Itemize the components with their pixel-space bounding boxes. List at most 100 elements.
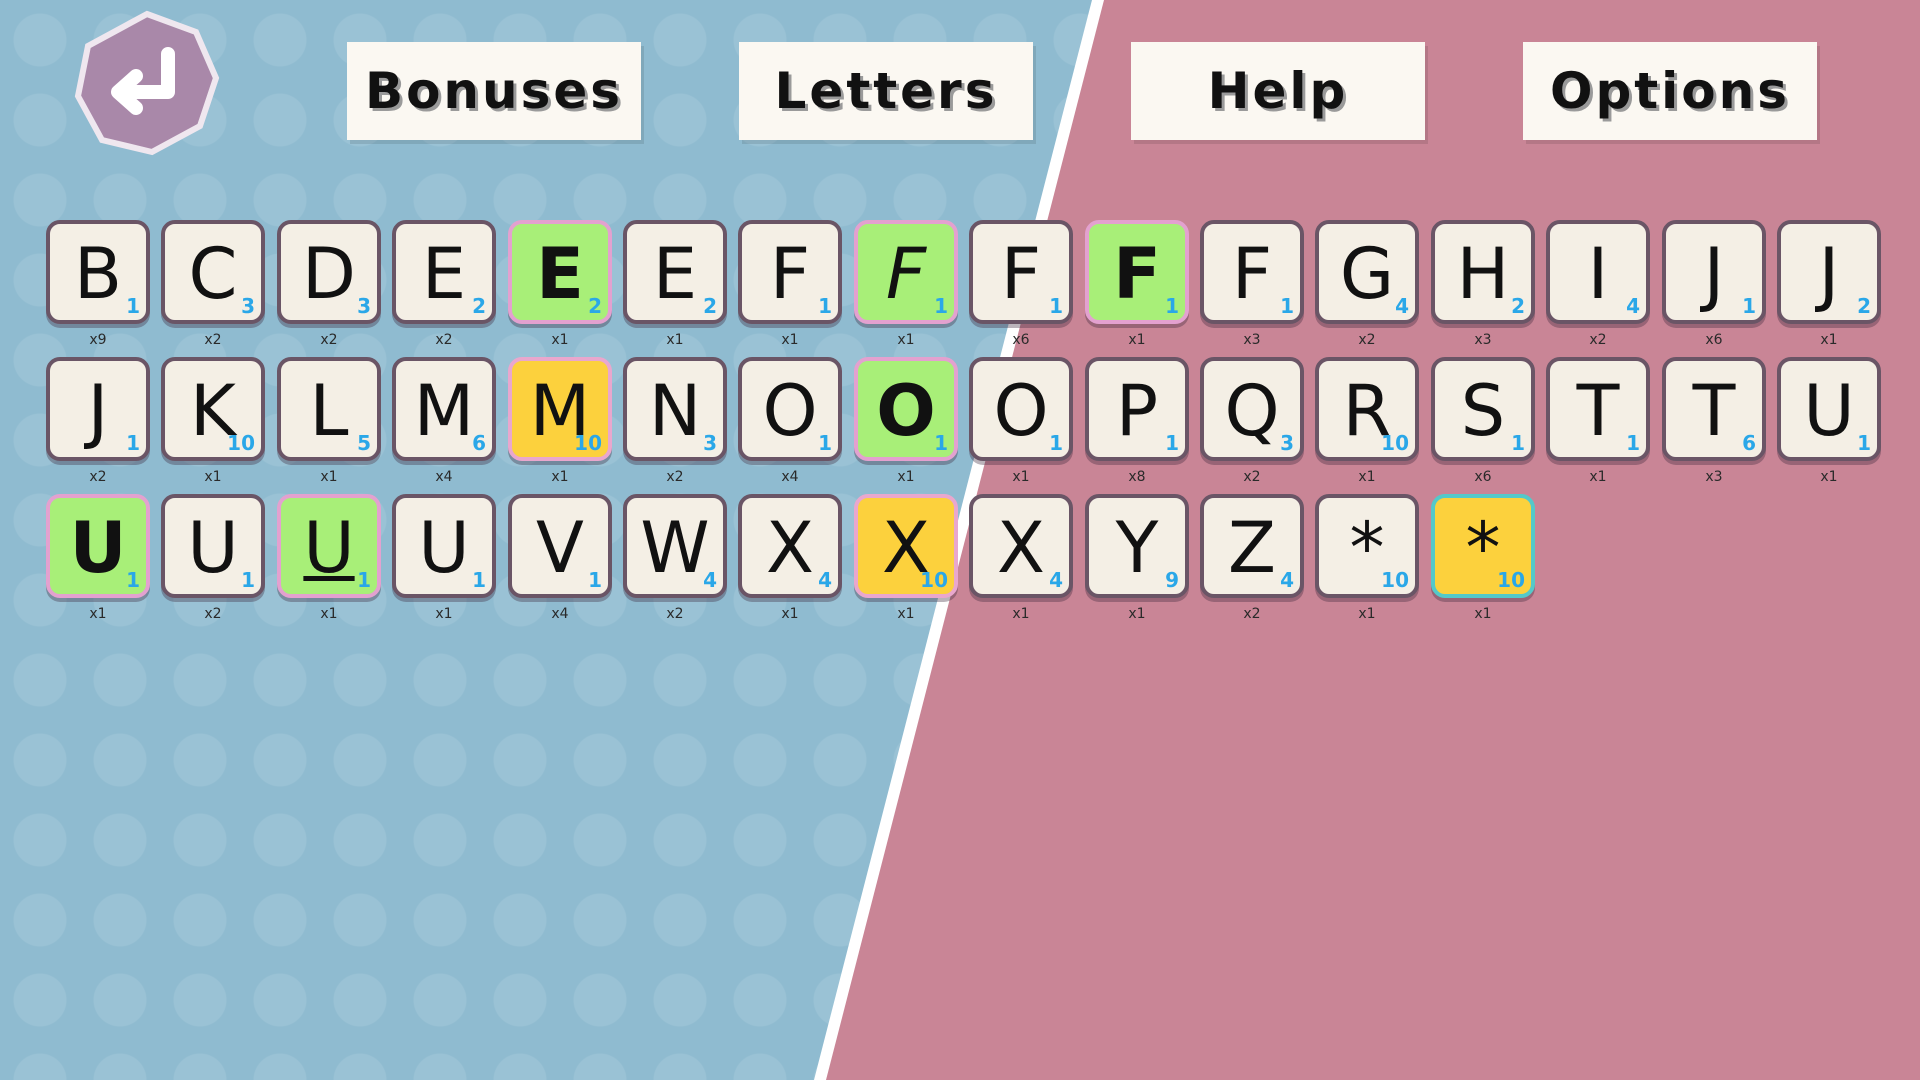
tile-points: 1 bbox=[1049, 294, 1063, 318]
letter-tile[interactable]: R 10 x1 bbox=[1315, 357, 1423, 497]
letter-tile[interactable]: T 6 x3 bbox=[1662, 357, 1770, 497]
tile-points: 2 bbox=[588, 294, 602, 318]
letter-tile[interactable]: F 1 x1 bbox=[854, 220, 962, 360]
letter-tile-grid: B 1 x9 C 3 x2 D 3 x2 E 2 x2 E 2 x1 E 2 x1 F 1 x1 F 1 x1 F 1 x6 F 1 x1… bbox=[46, 220, 1896, 640]
tile-points: 2 bbox=[703, 294, 717, 318]
tile-count: x6 bbox=[1474, 469, 1492, 485]
letter-tile[interactable]: V 1 x4 bbox=[508, 494, 616, 634]
tab-bonuses[interactable]: Bonuses bbox=[347, 42, 641, 140]
letter-tile[interactable]: Y 9 x1 bbox=[1085, 494, 1193, 634]
letter-tile[interactable]: F 1 x1 bbox=[738, 220, 846, 360]
tile-points: 6 bbox=[472, 431, 486, 455]
letter-tile[interactable]: U 1 x1 bbox=[392, 494, 500, 634]
tile-count: x1 bbox=[1358, 469, 1376, 485]
letter-tile[interactable]: * 10 x1 bbox=[1431, 494, 1539, 634]
letter-tile[interactable]: O 1 x1 bbox=[969, 357, 1077, 497]
tile-count: x2 bbox=[204, 332, 222, 348]
letter-tile[interactable]: X 4 x1 bbox=[738, 494, 846, 634]
tile-points: 4 bbox=[703, 568, 717, 592]
tile-face: J1 bbox=[46, 357, 150, 461]
tile-points: 1 bbox=[126, 568, 140, 592]
tile-count: x2 bbox=[1358, 332, 1376, 348]
tab-letters[interactable]: Letters bbox=[739, 42, 1033, 140]
tile-count: x1 bbox=[897, 469, 915, 485]
tile-points: 10 bbox=[1497, 568, 1525, 592]
tile-count: x4 bbox=[435, 469, 453, 485]
letter-tile[interactable]: E 2 x1 bbox=[508, 220, 616, 360]
tile-count: x1 bbox=[1474, 606, 1492, 622]
tile-face: U1 bbox=[1777, 357, 1881, 461]
letter-tile[interactable]: N 3 x2 bbox=[623, 357, 731, 497]
letter-tile[interactable]: U 1 x1 bbox=[1777, 357, 1885, 497]
tile-face: W4 bbox=[623, 494, 727, 598]
tile-face: O1 bbox=[738, 357, 842, 461]
letter-tile[interactable]: U 1 x1 bbox=[46, 494, 154, 634]
tile-points: 2 bbox=[472, 294, 486, 318]
tile-face: U1 bbox=[392, 494, 496, 598]
tile-face: J2 bbox=[1777, 220, 1881, 324]
letter-tile[interactable]: O 1 x4 bbox=[738, 357, 846, 497]
letter-tile[interactable]: * 10 x1 bbox=[1315, 494, 1423, 634]
letter-tile[interactable]: M 6 x4 bbox=[392, 357, 500, 497]
tile-points: 1 bbox=[1280, 294, 1294, 318]
letter-tile[interactable]: J 2 x1 bbox=[1777, 220, 1885, 360]
tile-count: x6 bbox=[1705, 332, 1723, 348]
tile-count: x1 bbox=[435, 606, 453, 622]
tile-count: x9 bbox=[89, 332, 107, 348]
tile-points: 3 bbox=[357, 294, 371, 318]
tab-help[interactable]: Help bbox=[1131, 42, 1425, 140]
tile-points: 5 bbox=[357, 431, 371, 455]
letter-tile[interactable]: J 1 x2 bbox=[46, 357, 154, 497]
tile-points: 3 bbox=[241, 294, 255, 318]
tile-count: x1 bbox=[897, 606, 915, 622]
letter-tile[interactable]: H 2 x3 bbox=[1431, 220, 1539, 360]
tile-count: x1 bbox=[1128, 332, 1146, 348]
tile-points: 1 bbox=[1165, 431, 1179, 455]
letter-tile[interactable]: K 10 x1 bbox=[161, 357, 269, 497]
tab-options[interactable]: Options bbox=[1523, 42, 1817, 140]
letter-tile[interactable]: E 2 x2 bbox=[392, 220, 500, 360]
tab-letters-label: Letters bbox=[774, 62, 998, 120]
tile-count: x2 bbox=[89, 469, 107, 485]
letter-tile[interactable]: D 3 x2 bbox=[277, 220, 385, 360]
tile-face: U1 bbox=[46, 494, 150, 598]
tile-face: X4 bbox=[969, 494, 1073, 598]
tile-face: U1 bbox=[277, 494, 381, 598]
letter-tile[interactable]: E 2 x1 bbox=[623, 220, 731, 360]
letter-tile[interactable]: I 4 x2 bbox=[1546, 220, 1654, 360]
tile-points: 1 bbox=[357, 568, 371, 592]
tile-face: L5 bbox=[277, 357, 381, 461]
letter-tile[interactable]: P 1 x8 bbox=[1085, 357, 1193, 497]
letter-tile[interactable]: U 1 x2 bbox=[161, 494, 269, 634]
tile-face: * 10 bbox=[1315, 494, 1419, 598]
letter-tile[interactable]: W 4 x2 bbox=[623, 494, 731, 634]
letter-tile[interactable]: T 1 x1 bbox=[1546, 357, 1654, 497]
letter-tile[interactable]: O 1 x1 bbox=[854, 357, 962, 497]
tile-face: D3 bbox=[277, 220, 381, 324]
letter-tile[interactable]: L 5 x1 bbox=[277, 357, 385, 497]
tile-count: x4 bbox=[551, 606, 569, 622]
letter-tile[interactable]: Q 3 x2 bbox=[1200, 357, 1308, 497]
letter-tile[interactable]: F 1 x3 bbox=[1200, 220, 1308, 360]
tile-points: 1 bbox=[1049, 431, 1063, 455]
tile-count: x2 bbox=[1243, 469, 1261, 485]
letter-tile[interactable]: X 10 x1 bbox=[854, 494, 962, 634]
tile-face: I4 bbox=[1546, 220, 1650, 324]
tile-points: 1 bbox=[472, 568, 486, 592]
letter-tile[interactable]: G 4 x2 bbox=[1315, 220, 1423, 360]
tile-count: x2 bbox=[666, 469, 684, 485]
tile-face: G4 bbox=[1315, 220, 1419, 324]
letter-tile[interactable]: M 10 x1 bbox=[508, 357, 616, 497]
letter-tile[interactable]: C 3 x2 bbox=[161, 220, 269, 360]
letter-tile[interactable]: S 1 x6 bbox=[1431, 357, 1539, 497]
letter-tile[interactable]: J 1 x6 bbox=[1662, 220, 1770, 360]
letter-tile[interactable]: F 1 x6 bbox=[969, 220, 1077, 360]
tile-count: x1 bbox=[320, 606, 338, 622]
tile-points: 1 bbox=[1165, 294, 1179, 318]
letter-tile[interactable]: X 4 x1 bbox=[969, 494, 1077, 634]
tile-count: x1 bbox=[897, 332, 915, 348]
letter-tile[interactable]: U 1 x1 bbox=[277, 494, 385, 634]
letter-tile[interactable]: Z 4 x2 bbox=[1200, 494, 1308, 634]
letter-tile[interactable]: B 1 x9 bbox=[46, 220, 154, 360]
letter-tile[interactable]: F 1 x1 bbox=[1085, 220, 1193, 360]
